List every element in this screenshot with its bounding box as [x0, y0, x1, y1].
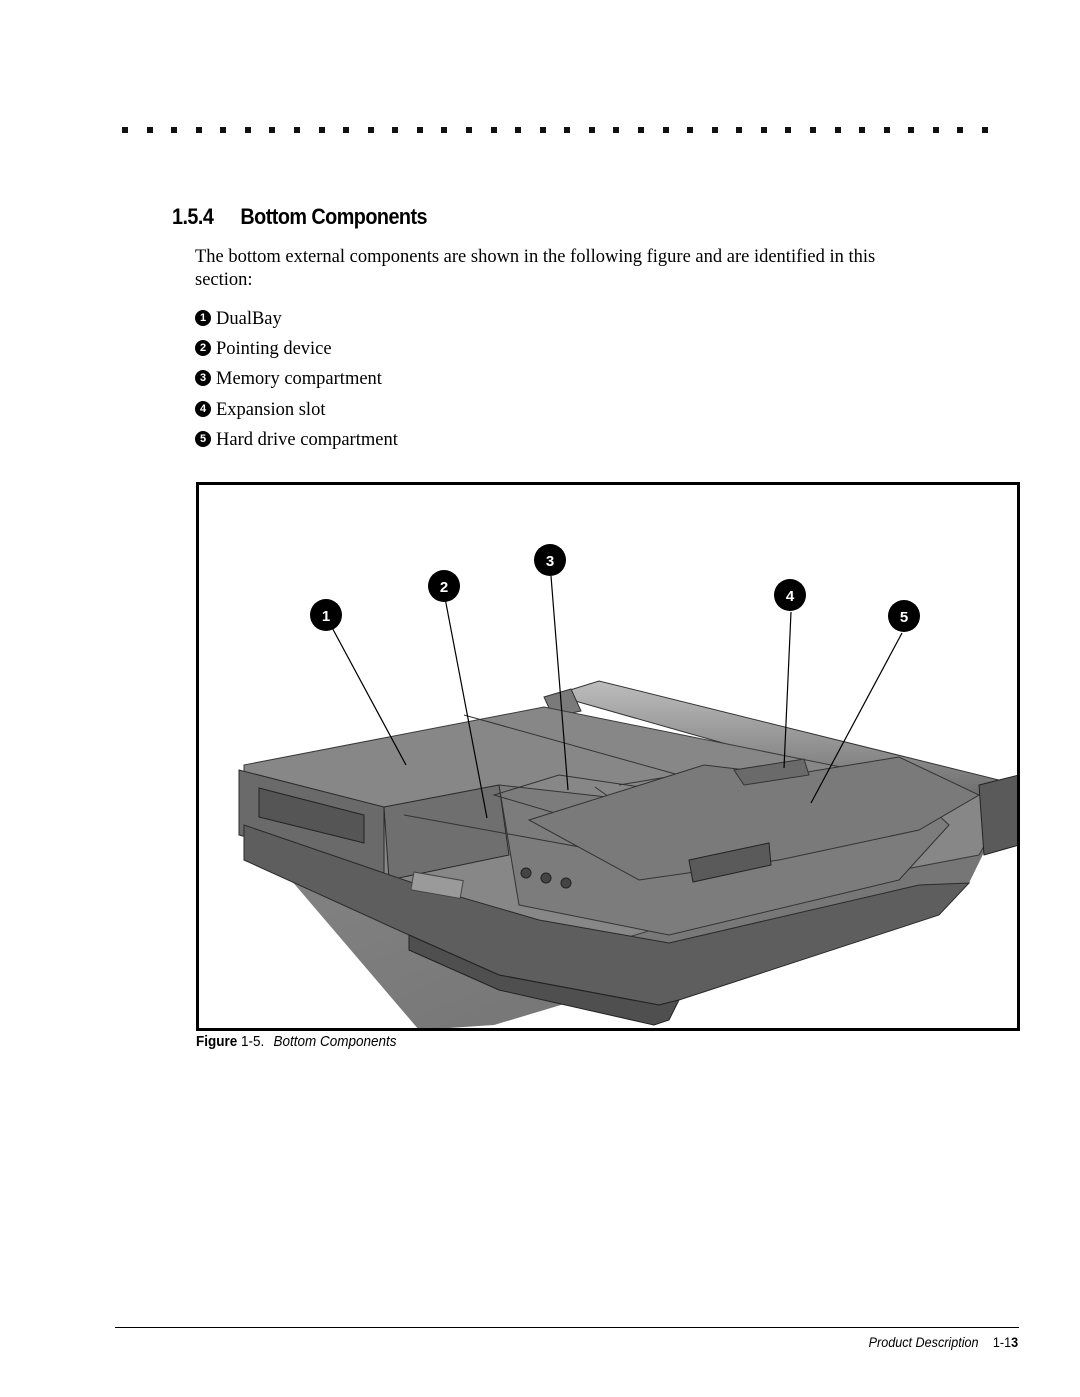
leader-dot [318, 127, 325, 133]
callout-1: 1 [310, 599, 342, 631]
callout-3-number: 3 [546, 553, 554, 570]
leader-dot [662, 127, 669, 133]
leader-dot [687, 127, 694, 133]
leader-dot [171, 127, 178, 133]
leader-dot [465, 127, 472, 133]
page-number-suffix: 3 [1010, 1334, 1018, 1350]
callout-2: 2 [428, 570, 460, 602]
callout-5-number: 5 [900, 609, 908, 626]
callout-4: 4 [774, 579, 806, 611]
leader-dot [883, 127, 890, 133]
callout-badge-icon: 3 [195, 370, 211, 387]
callout-5: 5 [888, 600, 920, 632]
section-heading: 1.5.4 Bottom Components [172, 204, 428, 230]
leader-dot [932, 127, 939, 133]
dot-leader-rule [118, 127, 998, 137]
leader-dot [244, 127, 251, 133]
component-label: Memory compartment [216, 369, 382, 390]
section-title: Bottom Components [240, 204, 428, 229]
leader-dot [736, 127, 743, 133]
leader-dot [711, 127, 718, 133]
callout-1-number: 1 [322, 608, 330, 625]
leader-dot [613, 127, 620, 133]
component-label: Hard drive compartment [216, 430, 398, 451]
component-label: DualBay [216, 308, 282, 329]
leader-dot [392, 127, 399, 133]
leader-dot [269, 127, 276, 133]
page-number-prefix: 1-1 [992, 1334, 1011, 1350]
list-item: 2 Pointing device [195, 334, 398, 364]
list-item: 1 DualBay [195, 304, 398, 334]
callout-badge-icon: 1 [195, 309, 211, 326]
figure-caption: Figure 1-5. Bottom Components [196, 1033, 397, 1050]
list-item: 5 Hard drive compartment [195, 426, 398, 456]
callout-3: 3 [534, 544, 566, 576]
leader-dot [539, 127, 546, 133]
leader-dot [343, 127, 350, 133]
leader-dot [515, 127, 522, 133]
section-number: 1.5.4 [172, 204, 214, 229]
leader-dot [441, 127, 448, 133]
leader-dot [834, 127, 841, 133]
leader-dot [564, 127, 571, 133]
laptop-bottom-illustration: 1 2 3 4 5 [238, 544, 1017, 1028]
leader-dot [637, 127, 644, 133]
page-footer: Product Description 1-13 [869, 1334, 1018, 1350]
footer-rule [115, 1327, 1019, 1328]
callout-badge-icon: 5 [195, 431, 211, 448]
callout-2-number: 2 [440, 579, 448, 596]
leader-dot [490, 127, 497, 133]
leader-dot [981, 127, 988, 133]
list-item: 4 Expansion slot [195, 395, 398, 425]
leader-dot [588, 127, 595, 133]
callout-badge-icon: 2 [195, 340, 211, 357]
leader-dot [293, 127, 300, 133]
leader-dot [859, 127, 866, 133]
list-item: 3 Memory compartment [195, 365, 398, 395]
leader-dot [908, 127, 915, 133]
callout-badge-icon: 4 [195, 400, 211, 417]
leader-dot [785, 127, 792, 133]
figure-title: Bottom Components [273, 1033, 397, 1050]
component-label: Expansion slot [216, 399, 326, 420]
leader-dot [195, 127, 202, 133]
leader-dot [416, 127, 423, 133]
figure-label: Figure [196, 1033, 238, 1050]
callout-4-number: 4 [786, 588, 795, 605]
leader-dot [760, 127, 767, 133]
leader-dot [122, 127, 128, 133]
intro-paragraph: The bottom external components are shown… [195, 247, 876, 290]
component-list: 1 DualBay 2 Pointing device 3 Memory compar… [195, 304, 398, 456]
figure-frame: 1 2 3 4 5 [196, 482, 1020, 1031]
leader-dot [146, 127, 153, 133]
leader-dot [367, 127, 374, 133]
leader-dot [220, 127, 227, 133]
figure-number: 1-5. [241, 1033, 265, 1050]
footer-section-name: Product Description [868, 1334, 979, 1350]
leader-dot [957, 127, 964, 133]
leader-dot [809, 127, 816, 133]
page-number: 1-13 [993, 1334, 1018, 1350]
component-label: Pointing device [216, 339, 332, 360]
